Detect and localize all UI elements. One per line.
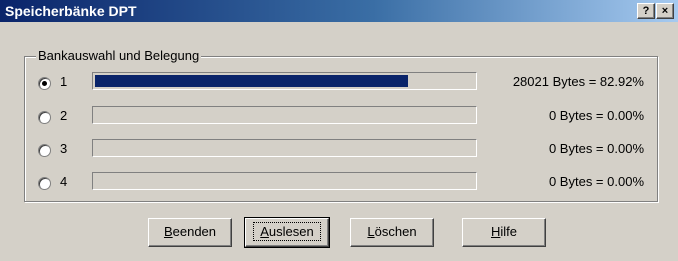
- bank-stat-4: 0 Bytes = 0.00%: [548, 174, 644, 189]
- loeschen-label: öschen: [374, 224, 417, 239]
- bank-stat-1: 28021 Bytes = 82.92%: [512, 74, 644, 89]
- hilfe-label: ilfe: [500, 224, 517, 239]
- window-title: Speicherbänke DPT: [5, 3, 137, 19]
- beenden-mnemonic: B: [163, 224, 173, 239]
- bank-radio-3[interactable]: [38, 144, 51, 157]
- bank-label-1: 1: [60, 74, 68, 89]
- groupbox-legend: Bankauswahl und Belegung: [36, 48, 202, 63]
- beenden-label: eenden: [172, 224, 217, 239]
- bank-radio-1[interactable]: [38, 77, 51, 90]
- loeschen-button[interactable]: Löschen: [350, 218, 434, 247]
- hilfe-mnemonic: H: [490, 224, 501, 239]
- help-button[interactable]: ?: [637, 3, 655, 19]
- bank-label-2: 2: [60, 108, 68, 123]
- bank-radio-2[interactable]: [38, 111, 51, 124]
- bank-progress-fill-1: [95, 75, 408, 87]
- auslesen-focus-rect: Auslesen: [253, 222, 321, 241]
- bank-radio-4[interactable]: [38, 177, 51, 190]
- bank-label-4: 4: [60, 174, 68, 189]
- auslesen-button[interactable]: Auslesen: [244, 217, 330, 248]
- hilfe-button[interactable]: Hilfe: [462, 218, 546, 247]
- bank-progress-3: [92, 139, 477, 157]
- auslesen-mnemonic: A: [260, 224, 269, 239]
- bank-progress-1: [92, 72, 477, 90]
- auslesen-label: uslesen: [268, 224, 314, 239]
- bank-stat-2: 0 Bytes = 0.00%: [548, 108, 644, 123]
- bank-row-2: 2 0 Bytes = 0.00%: [38, 106, 658, 130]
- bank-stat-3: 0 Bytes = 0.00%: [548, 141, 644, 156]
- bank-row-4: 4 0 Bytes = 0.00%: [38, 172, 658, 196]
- close-button[interactable]: ×: [656, 3, 674, 19]
- beenden-button[interactable]: Beenden: [148, 218, 232, 247]
- radio-selected-dot: [42, 81, 47, 86]
- bank-progress-4: [92, 172, 477, 190]
- bank-row-1: 1 28021 Bytes = 82.92%: [38, 72, 658, 96]
- bank-row-3: 3 0 Bytes = 0.00%: [38, 139, 658, 163]
- loeschen-mnemonic: L: [367, 224, 375, 239]
- title-bar: Speicherbänke DPT: [0, 0, 678, 22]
- bank-progress-2: [92, 106, 477, 124]
- bank-label-3: 3: [60, 141, 68, 156]
